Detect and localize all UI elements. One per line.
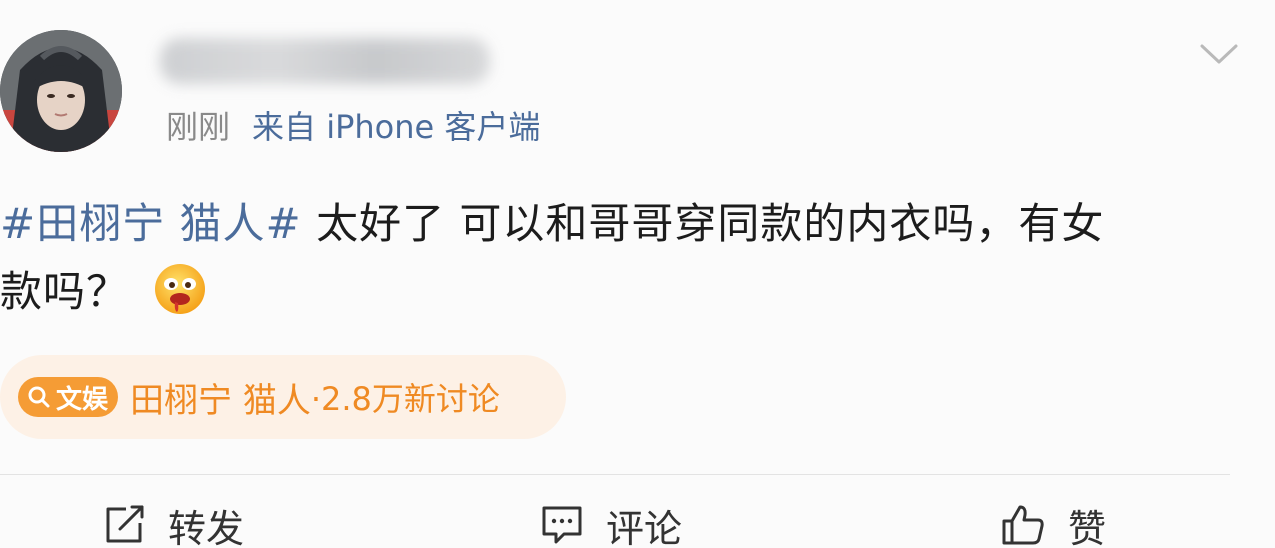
divider bbox=[0, 474, 1230, 475]
topic-title: 田栩宁 猫人 bbox=[130, 380, 311, 421]
topic-pill[interactable]: 文娱 田栩宁 猫人 ·2.8万新讨论 bbox=[0, 355, 566, 439]
post-time: 刚刚 bbox=[166, 108, 231, 146]
chevron-down-icon[interactable] bbox=[1199, 40, 1239, 70]
topic-count: ·2.8万新讨论 bbox=[310, 380, 500, 418]
hashtag-link[interactable]: #田栩宁 猫人# bbox=[0, 199, 302, 248]
comment-label: 评论 bbox=[606, 506, 683, 548]
repost-button[interactable]: 转发 bbox=[104, 500, 244, 548]
topic-badge: 文娱 bbox=[18, 377, 119, 417]
post-text-line2: 款吗？ bbox=[0, 267, 130, 316]
drooling-face-emoji-icon bbox=[153, 262, 207, 316]
post-text-line1: 太好了 可以和哥哥穿同款的内衣吗，有女 bbox=[301, 199, 1105, 248]
post-source[interactable]: 来自 iPhone 客户端 bbox=[252, 108, 540, 146]
thumbs-up-icon bbox=[1002, 505, 1044, 545]
topic-badge-label: 文娱 bbox=[56, 384, 109, 415]
repost-label: 转发 bbox=[168, 506, 245, 548]
post-meta: 刚刚 来自 iPhone 客户端 bbox=[166, 107, 540, 147]
avatar[interactable] bbox=[0, 30, 122, 152]
username-blurred[interactable] bbox=[160, 38, 490, 84]
comment-button[interactable]: 评论 bbox=[540, 500, 682, 548]
post-text: #田栩宁 猫人# 太好了 可以和哥哥穿同款的内衣吗，有女 款吗？ bbox=[0, 190, 1240, 326]
repost-icon bbox=[106, 505, 144, 543]
like-label: 赞 bbox=[1068, 506, 1107, 548]
like-button[interactable]: 赞 bbox=[1000, 500, 1106, 548]
search-icon bbox=[28, 386, 50, 408]
comment-icon bbox=[542, 506, 582, 544]
weibo-post: 刚刚 来自 iPhone 客户端 #田栩宁 猫人# 太好了 可以和哥哥穿同款的内衣… bbox=[0, 0, 1275, 548]
